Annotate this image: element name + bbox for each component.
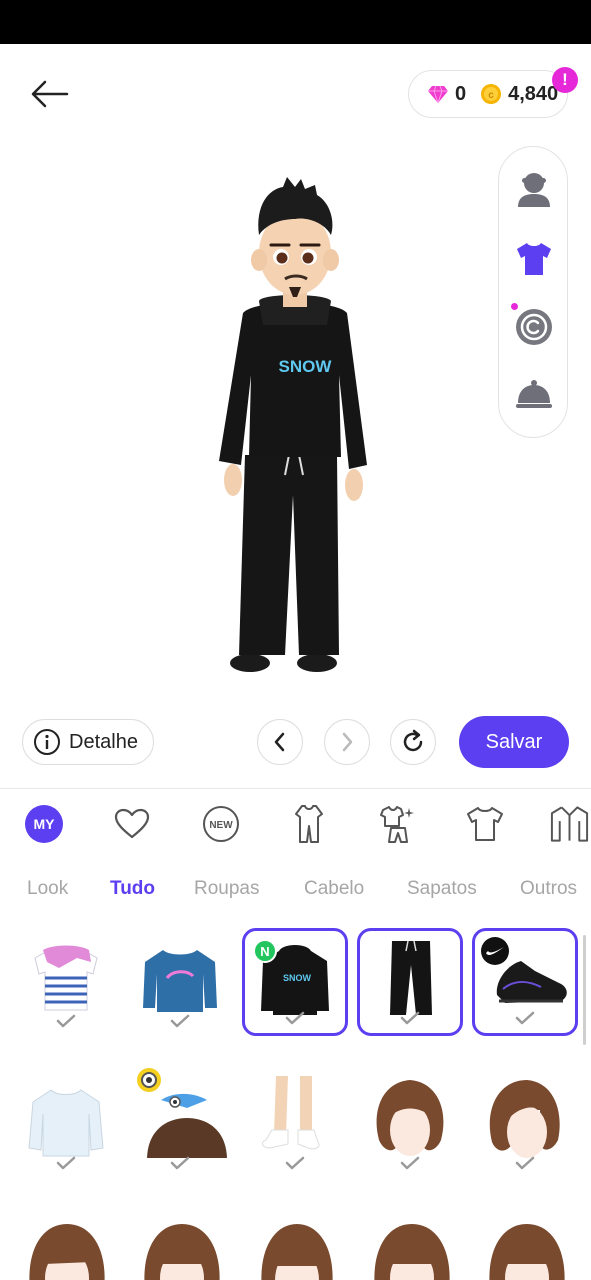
- side-item-copyright[interactable]: [499, 297, 569, 357]
- new-badge: N: [253, 939, 277, 963]
- subtab-tudo[interactable]: Tudo: [110, 878, 155, 900]
- reset-button[interactable]: [390, 719, 436, 765]
- item-side-part-hair[interactable]: [472, 1070, 578, 1178]
- chevron-left-icon: [274, 732, 285, 752]
- category-set[interactable]: [372, 800, 422, 848]
- gem-icon: [428, 85, 448, 104]
- item-white-socks[interactable]: [242, 1070, 348, 1178]
- heart-icon: [114, 808, 150, 839]
- person-icon: [518, 173, 550, 207]
- check-icon: [170, 1156, 190, 1170]
- item-wavy-bob-hair[interactable]: [357, 1070, 463, 1178]
- check-icon: [170, 1014, 190, 1028]
- gem-count: 0: [455, 82, 467, 105]
- black-pants-thumbnail: [390, 940, 432, 1015]
- coin-count: 4,840: [508, 82, 559, 105]
- item-grid: SNOW N: [0, 925, 591, 1280]
- item-black-pants[interactable]: [357, 928, 463, 1036]
- notification-badge[interactable]: !: [552, 67, 578, 93]
- avatar-figure: SNOW: [219, 177, 367, 672]
- check-icon: [400, 1011, 420, 1025]
- jacket-icon: [550, 806, 589, 842]
- chevron-right-icon: [342, 732, 353, 752]
- side-item-face[interactable]: [499, 159, 569, 219]
- brand-logo-badge: [481, 937, 509, 965]
- shirt-icon: [517, 243, 551, 275]
- hair-thumbnail: [376, 1080, 444, 1156]
- hair-thumbnail: [489, 1080, 560, 1158]
- item-blue-sweatshirt[interactable]: [127, 928, 233, 1036]
- jumpsuit-icon: [295, 805, 323, 843]
- subtab-roupas[interactable]: Roupas: [194, 878, 260, 900]
- check-icon: [515, 1011, 535, 1025]
- socks-thumbnail: [262, 1076, 320, 1150]
- category-favorites[interactable]: [107, 800, 157, 848]
- info-icon: [34, 729, 60, 755]
- detail-button[interactable]: Detalhe: [22, 719, 154, 765]
- check-icon: [285, 1156, 305, 1170]
- white-top-thumbnail: [28, 1089, 104, 1157]
- item-black-sneakers[interactable]: [472, 928, 578, 1036]
- hoodie-logo-text: SNOW: [279, 357, 333, 376]
- svg-text:SNOW: SNOW: [283, 973, 312, 983]
- hair-item-row3-5[interactable]: [482, 1220, 572, 1280]
- side-menu: [498, 146, 568, 438]
- item-snow-hoodie[interactable]: SNOW N: [242, 928, 348, 1036]
- check-icon: [285, 1011, 305, 1025]
- hair-item-row3-1[interactable]: [22, 1220, 112, 1280]
- category-top[interactable]: [460, 800, 510, 848]
- detail-label: Detalhe: [69, 730, 138, 753]
- svg-text:c: c: [488, 90, 494, 101]
- back-arrow-icon: [31, 80, 69, 108]
- subtab-cabelo[interactable]: Cabelo: [304, 878, 364, 900]
- divider: [0, 788, 591, 789]
- hair-item-row3-4[interactable]: [367, 1220, 457, 1280]
- subtab-look[interactable]: Look: [27, 878, 68, 900]
- check-icon: [56, 1014, 76, 1028]
- status-bar: [0, 0, 591, 44]
- undo-button[interactable]: [257, 719, 303, 765]
- my-badge: MY: [25, 805, 63, 843]
- item-striped-shirt[interactable]: [13, 928, 119, 1036]
- coin-icon: c: [481, 84, 502, 104]
- category-new[interactable]: NEW: [196, 800, 246, 848]
- dome-icon: [516, 380, 552, 408]
- refresh-icon: [403, 729, 423, 752]
- scrollbar[interactable]: [583, 935, 586, 1045]
- outfit-set-icon: [380, 806, 414, 843]
- subtab-outros[interactable]: Outros: [520, 878, 577, 900]
- check-icon: [400, 1156, 420, 1170]
- item-white-top[interactable]: [13, 1070, 119, 1178]
- tshirt-icon: [467, 807, 503, 841]
- subtab-sapatos[interactable]: Sapatos: [407, 878, 477, 900]
- minion-hat-thumbnail: [137, 1068, 227, 1158]
- svg-text:NEW: NEW: [209, 820, 233, 831]
- check-icon: [515, 1156, 535, 1170]
- currency-balance[interactable]: 0 c 4,840: [408, 70, 568, 118]
- redo-button[interactable]: [324, 719, 370, 765]
- side-item-background[interactable]: [499, 365, 569, 425]
- check-icon: [56, 1156, 76, 1170]
- copyright-icon: [516, 309, 552, 345]
- item-minion-hat[interactable]: [127, 1068, 233, 1178]
- category-jacket[interactable]: [548, 800, 591, 848]
- blue-sweatshirt-thumbnail: [143, 950, 217, 1012]
- save-button[interactable]: Salvar: [459, 716, 569, 768]
- category-my[interactable]: MY: [19, 800, 69, 848]
- back-button[interactable]: [24, 72, 74, 116]
- swoosh-icon: [486, 947, 504, 955]
- hair-item-row3-3[interactable]: [252, 1220, 342, 1280]
- category-outfit[interactable]: [284, 800, 334, 848]
- new-icon: NEW: [203, 806, 239, 842]
- striped-shirt-thumbnail: [34, 945, 98, 1011]
- side-item-clothes[interactable]: [499, 229, 569, 289]
- hair-item-row3-2[interactable]: [137, 1220, 227, 1280]
